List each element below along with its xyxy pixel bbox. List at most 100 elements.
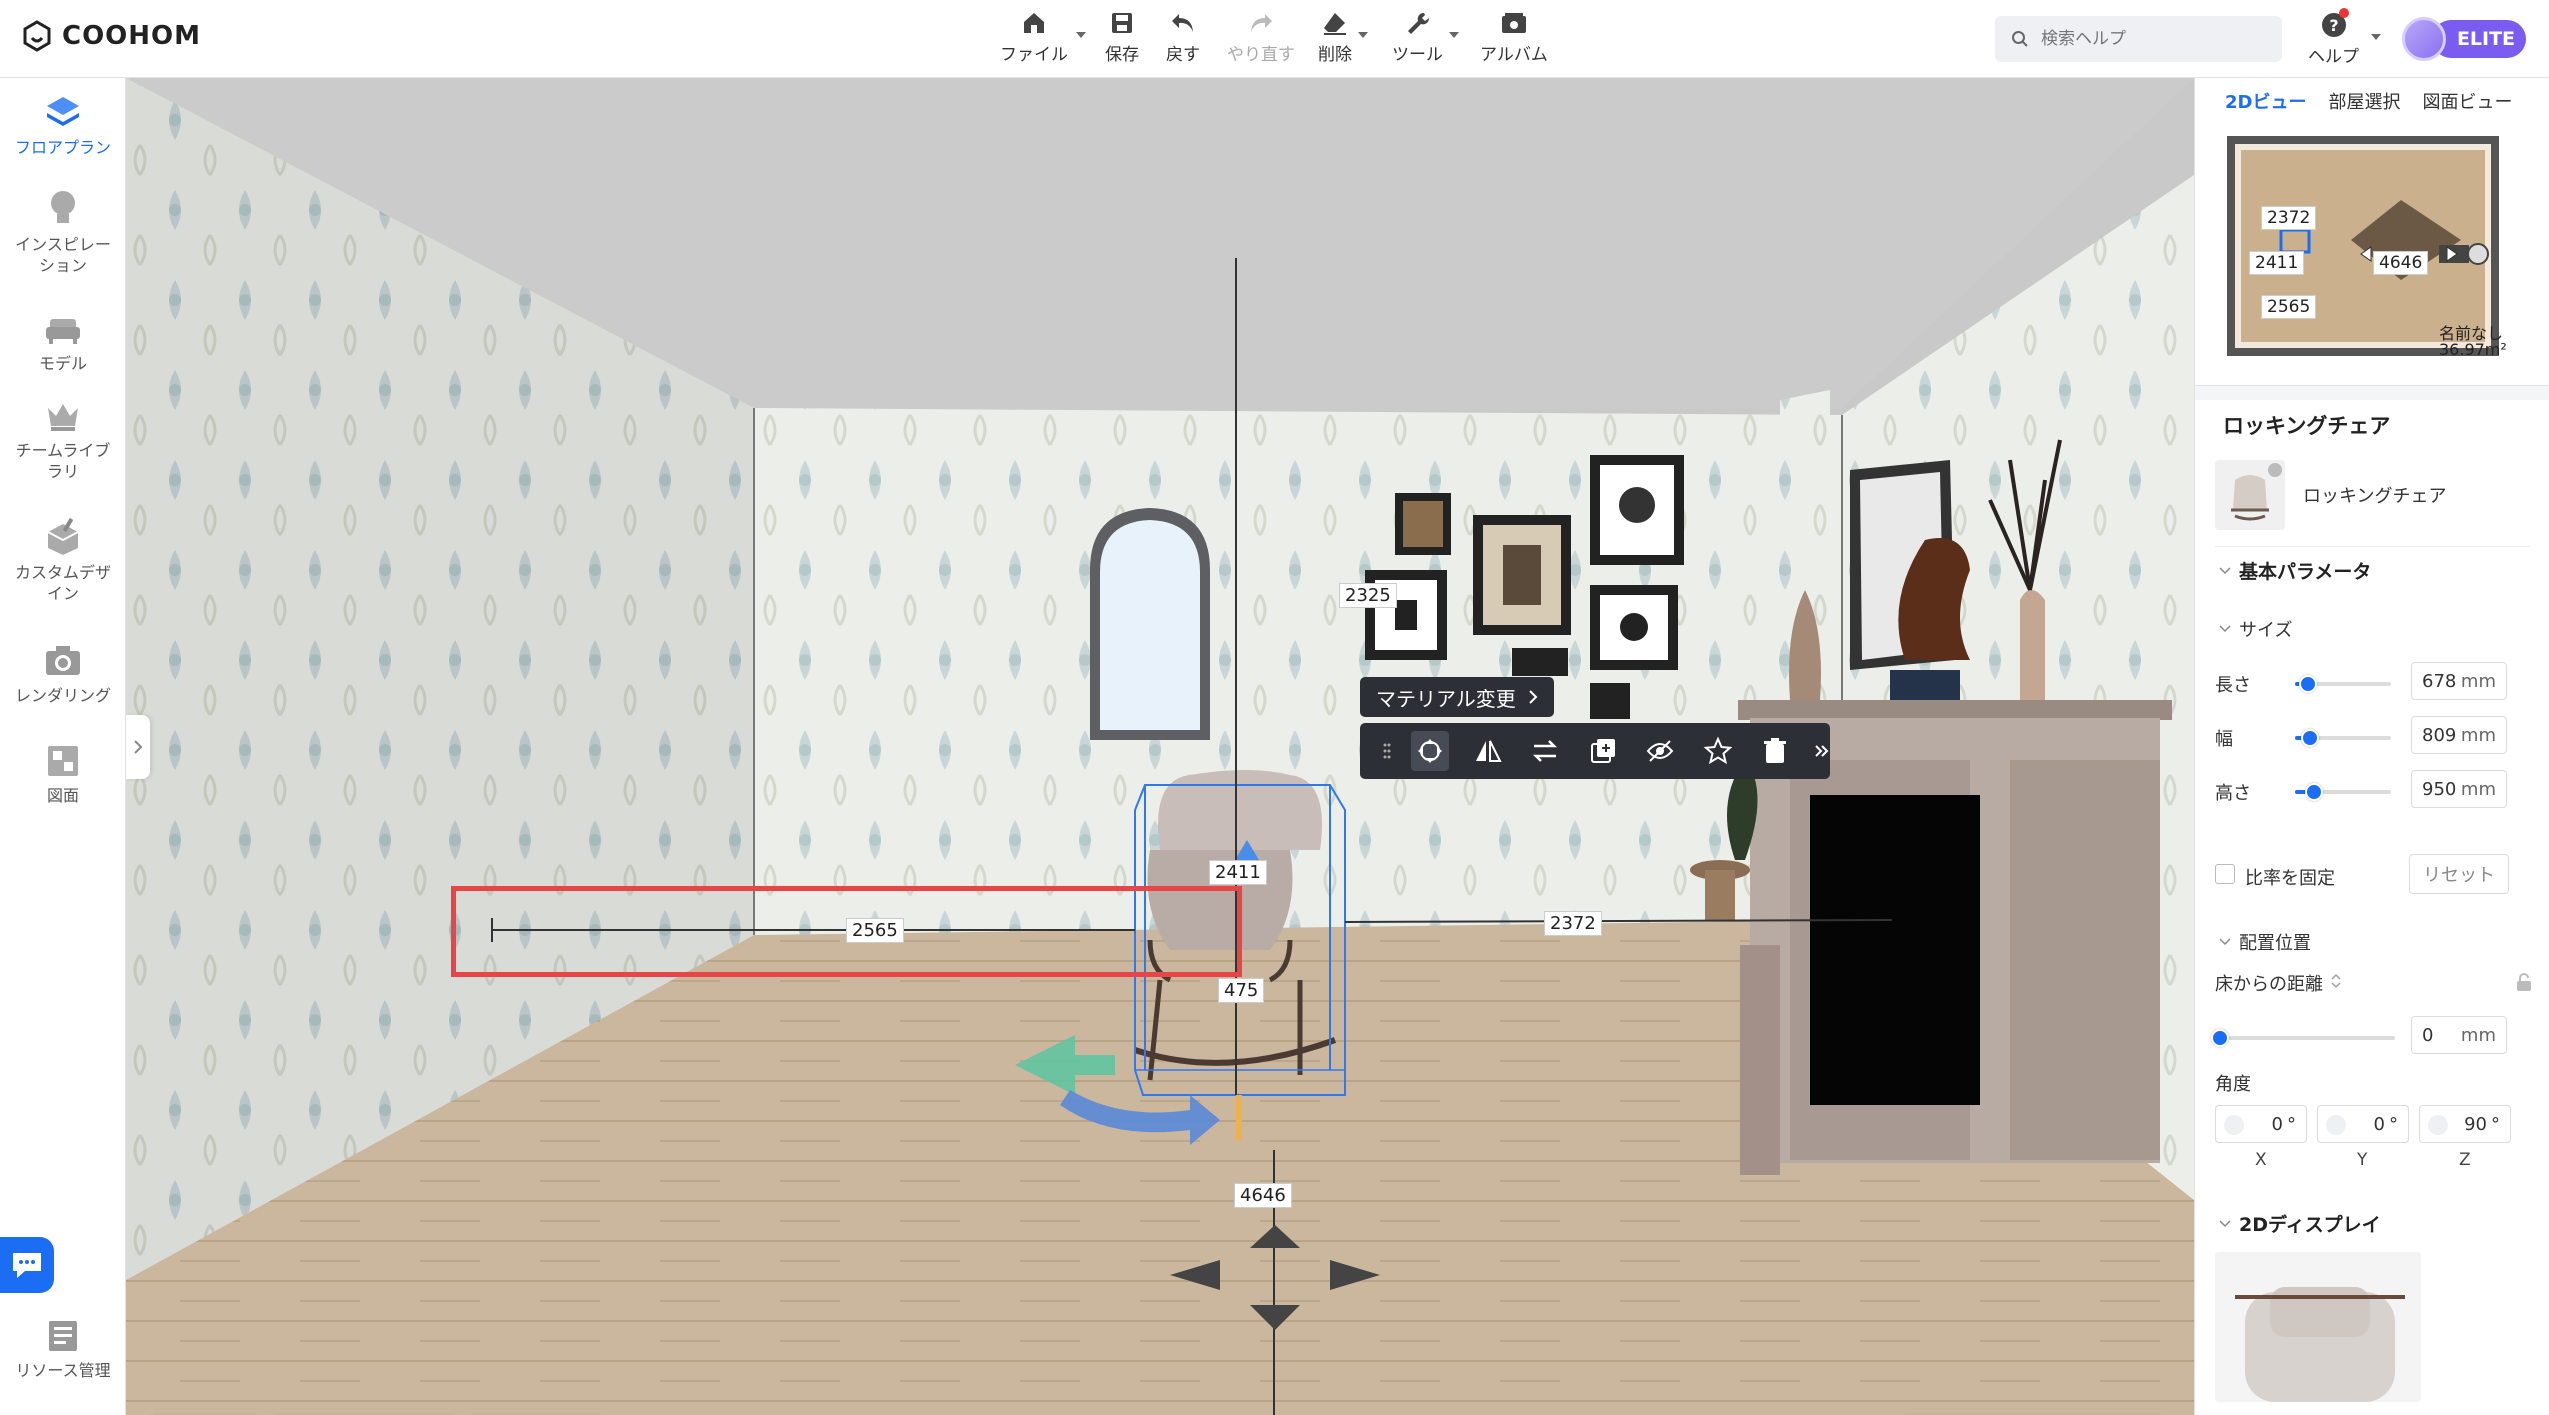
duplicate-icon[interactable] [1584,731,1622,771]
notification-dot [2338,8,2349,18]
material-change-button[interactable]: マテリアル変更 [1360,677,1554,717]
redo-button[interactable]: やり直す [1227,10,1295,65]
section-size[interactable]: サイズ [2219,616,2292,642]
undo-label: 戻す [1166,45,1200,65]
album-button[interactable]: アルバム [1480,10,1548,65]
angle-x-input[interactable]: 0 ° [2215,1105,2307,1143]
highlight-box [451,886,1242,977]
search-icon [2012,31,2028,47]
elite-badge[interactable]: ELITE [2432,20,2526,58]
selected-item-row[interactable]: ロッキングチェア [2195,450,2549,540]
sidebar-item-custom-design[interactable]: カスタムデザイン [0,518,126,604]
undo-icon [1172,14,1193,32]
dimension-label-floor[interactable]: 475 [1218,978,1265,1003]
length-slider[interactable] [2295,675,2391,693]
sidebar-item-model[interactable]: モデル [0,313,126,374]
mirror-icon[interactable] [1469,731,1507,771]
dimension-label-height[interactable]: 2325 [1339,583,1397,608]
dimension-label-front[interactable]: 4646 [1234,1183,1292,1208]
width-slider-knob[interactable] [2301,729,2319,747]
file-menu[interactable]: ファイル [1000,10,1086,65]
lock-ratio-label: 比率を固定 [2245,868,2335,889]
minimap-dim-top: 2372 [2261,206,2317,230]
avatar[interactable] [2402,17,2446,61]
sidebar-item-drawing[interactable]: 図面 [0,743,126,806]
height-input[interactable]: 950 mm [2411,770,2507,808]
height-slider[interactable] [2295,783,2391,801]
length-slider-knob[interactable] [2299,675,2317,693]
tab-room-select[interactable]: 部屋選択 [2328,88,2400,114]
search-box[interactable] [1995,16,2282,62]
album-icon [1501,13,1526,33]
replace-icon[interactable] [1526,731,1564,771]
reset-button[interactable]: リセット [2409,854,2509,894]
section-2d-display[interactable]: 2Dディスプレイ [2219,1210,2381,1237]
length-value: 678 [2422,670,2457,692]
chevron-right-icon [1529,690,1538,704]
help-button[interactable]: ? ヘルプ [2308,8,2381,67]
custom-box-icon [47,518,79,555]
section-placement[interactable]: 配置位置 [2219,929,2311,955]
width-input[interactable]: 809 mm [2411,716,2507,754]
dimension-label-right[interactable]: 2372 [1544,911,1602,936]
room-scene [126,78,2194,1415]
angle-y-input[interactable]: 0 ° [2317,1105,2409,1143]
properties-panel: ロッキングチェア ロッキングチェア 基本パラメータ サイズ 長さ 678 mm … [2195,400,2549,1415]
save-icon [1112,13,1132,33]
floor-distance-input[interactable]: 0 mm [2411,1016,2507,1054]
angle-x-dial-icon [2224,1115,2244,1135]
right-panel: 2Dビュー 部屋選択 図面ビュー 2372 2411 4646 2565 名前な… [2194,78,2549,1415]
chat-support-button[interactable] [0,1237,54,1293]
lock-ratio-checkbox[interactable] [2215,864,2235,884]
lock-icon[interactable] [2515,972,2533,992]
width-label: 幅 [2215,729,2233,750]
drag-handle-icon[interactable] [1382,731,1391,771]
sidebar-item-label: カスタムデザイン [14,563,111,603]
floor-distance-slider[interactable] [2211,1029,2395,1047]
sidebar-item-inspiration[interactable]: インスピレーション [0,188,126,276]
width-slider[interactable] [2295,729,2391,747]
sidebar-item-floorplan[interactable]: フロアプラン [0,93,126,158]
sidebar-item-resource[interactable]: リソース管理 [0,1318,126,1381]
floor-distance-unit: mm [2460,1024,2496,1046]
height-slider-knob[interactable] [2305,783,2323,801]
favorite-star-icon[interactable] [1699,731,1737,771]
floor-distance-value: 0 [2422,1024,2434,1046]
dimension-label-2411[interactable]: 2411 [1209,860,1267,885]
undo-button[interactable]: 戻す [1166,10,1200,65]
sidebar-item-label: フロアプラン [14,138,111,157]
floor-distance-label: 床からの距離 [2215,974,2323,995]
2d-display-preview[interactable] [2215,1252,2421,1402]
chat-bubble-icon [13,1253,41,1278]
sidebar-item-team-library[interactable]: チームライブラリ [0,398,126,482]
app-logo[interactable]: COOHOM [22,20,201,52]
save-button[interactable]: 保存 [1105,10,1139,65]
search-input[interactable] [2041,29,2261,49]
sidebar-item-label: 図面 [46,786,79,805]
sidebar-item-rendering[interactable]: レンダリング [0,643,126,706]
move-rotate-icon[interactable] [1411,731,1449,771]
trash-icon[interactable] [1756,731,1794,771]
3d-viewport[interactable]: 2325 2411 2565 2372 475 4646 マテリアル変更 [126,78,2194,1415]
length-input[interactable]: 678 mm [2411,662,2507,700]
delete-menu[interactable]: 削除 [1318,10,1368,65]
angle-y-deg: ° [2389,1113,2398,1135]
angle-z-input[interactable]: 90 ° [2419,1105,2511,1143]
file-label: ファイル [1000,45,1068,65]
chevron-right-icon [134,740,143,754]
help-label: ヘルプ [2308,47,2359,67]
chevron-down-icon [1358,32,1368,38]
floor-distance-knob[interactable] [2211,1029,2229,1047]
tools-menu[interactable]: ツール [1392,10,1459,65]
sidebar-collapse-handle[interactable] [126,715,150,779]
angle-z-dial-icon [2428,1115,2448,1135]
sidebar-item-label: インスピレーション [15,235,111,275]
section-basic-params[interactable]: 基本パラメータ [2219,557,2371,584]
crown-icon [48,404,78,431]
tab-2d-view[interactable]: 2Dビュー [2225,88,2306,114]
height-value: 950 [2422,778,2457,800]
save-label: 保存 [1105,45,1139,65]
hide-icon[interactable] [1641,731,1679,771]
more-chevron-icon[interactable] [1814,731,1830,771]
tab-drawing-view[interactable]: 図面ビュー [2422,88,2512,114]
